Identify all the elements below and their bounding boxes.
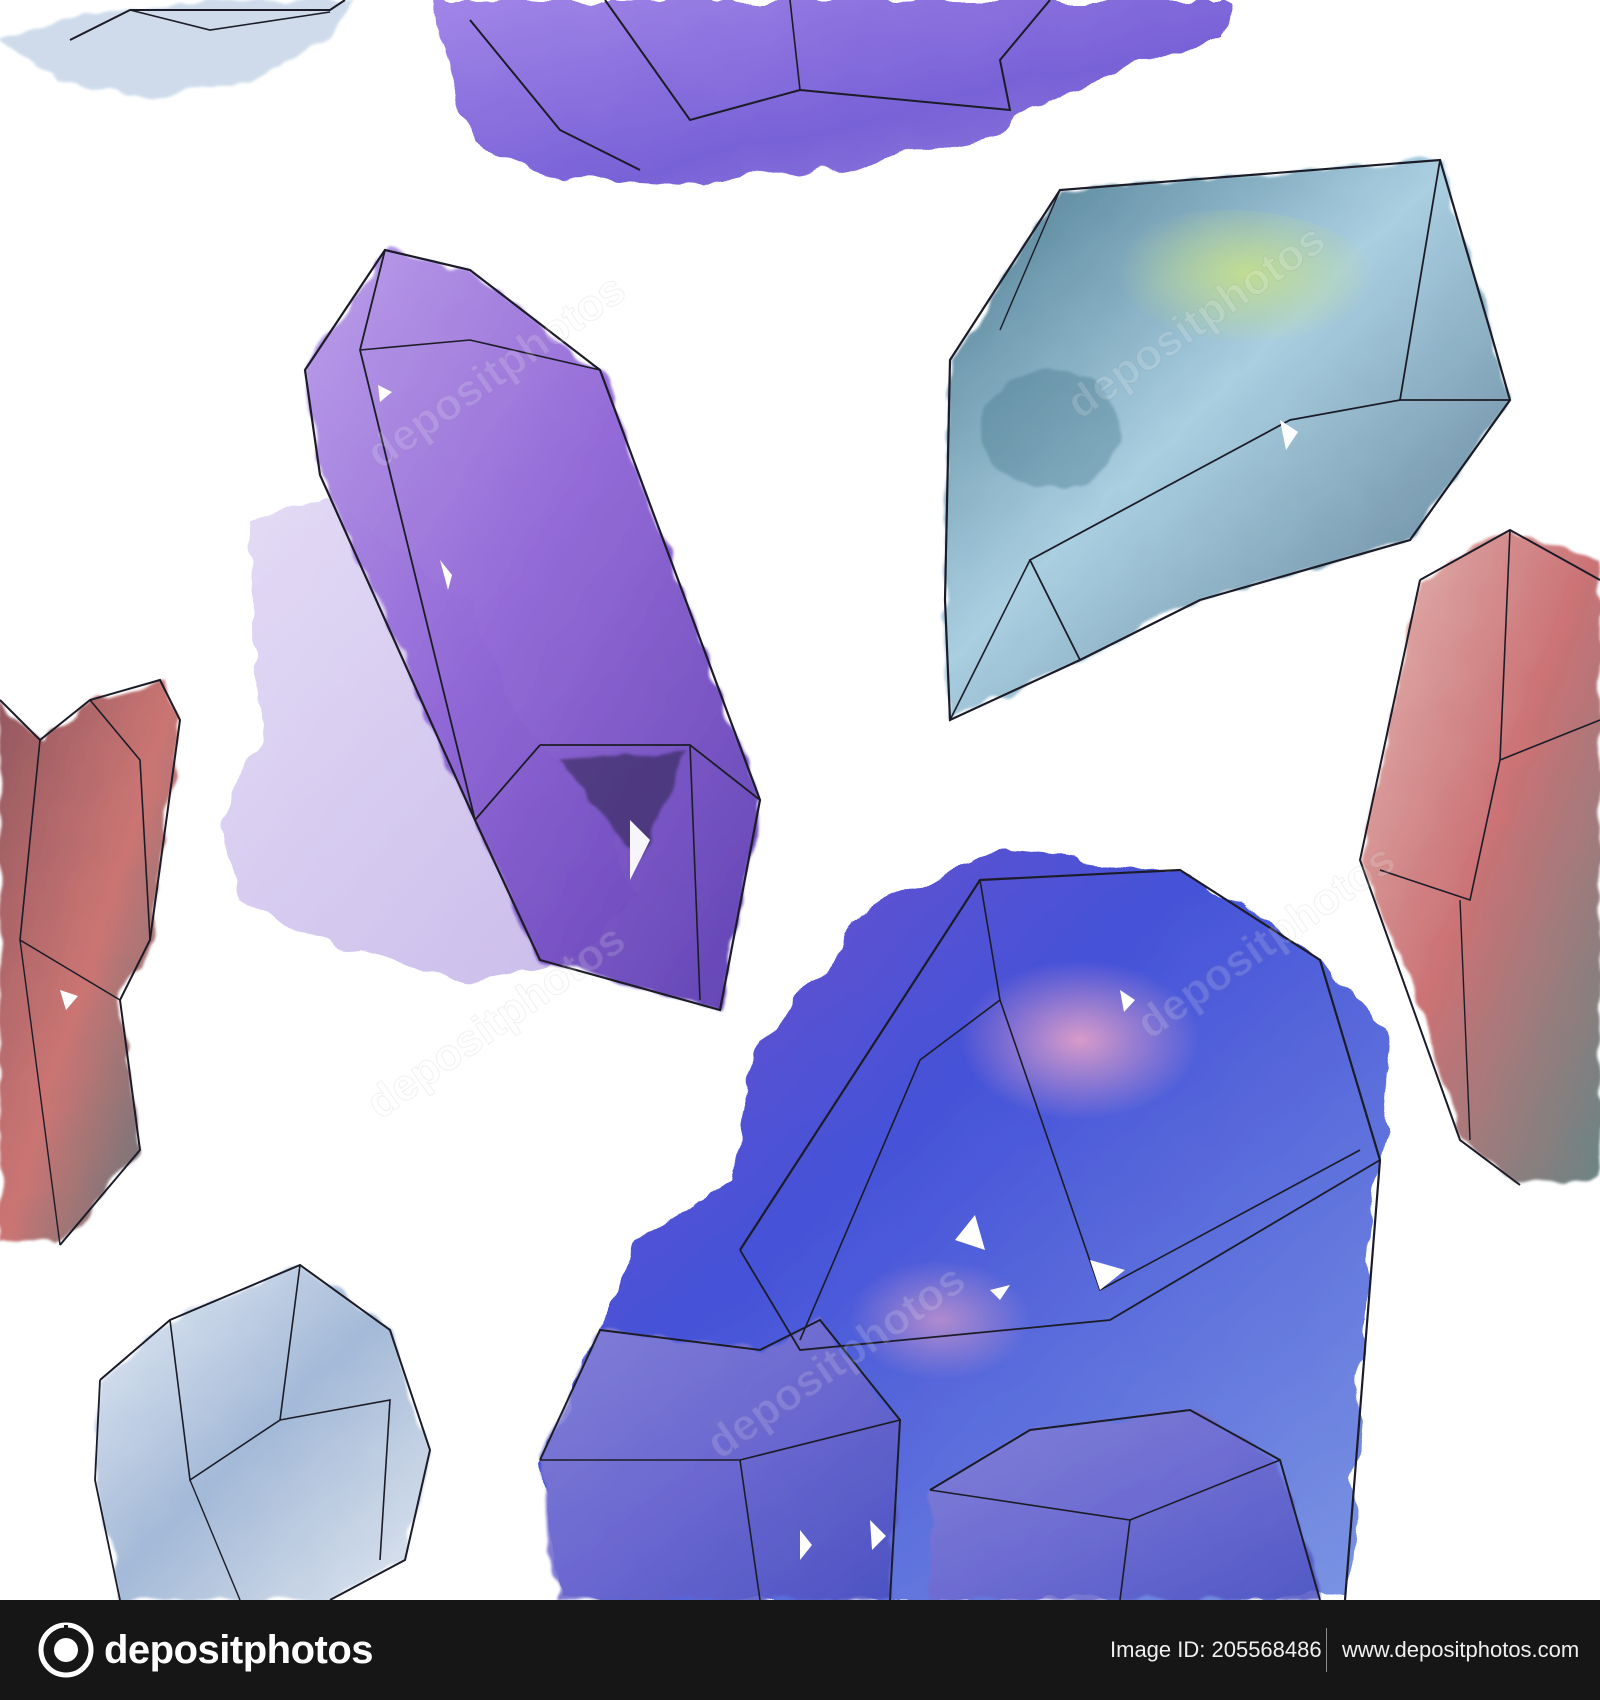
watercolor-crystal-illustration: depositphotos depositphotos depositphoto… [0,0,1600,1600]
crystal-pale-blue [94,1263,432,1600]
photo-stage: depositphotos depositphotos depositphoto… [0,0,1600,1700]
footer-divider [1326,1628,1327,1672]
crystal-top-violet [430,0,1230,185]
image-id-label: Image ID: 205568486 [1110,1637,1322,1662]
stock-photo-footer: depositphotos Image ID: 205568486 www.de… [0,1600,1600,1700]
brand-logo[interactable]: depositphotos [38,1622,374,1678]
crystal-top-left-pale [0,0,355,100]
site-url-link[interactable]: www.depositphotos.com [1342,1600,1592,1700]
brand-name: depositphotos [104,1628,374,1672]
depositphotos-logo-icon [38,1622,94,1678]
crystal-rose-right [1358,528,1600,1186]
crystal-rose-left [0,678,182,1246]
